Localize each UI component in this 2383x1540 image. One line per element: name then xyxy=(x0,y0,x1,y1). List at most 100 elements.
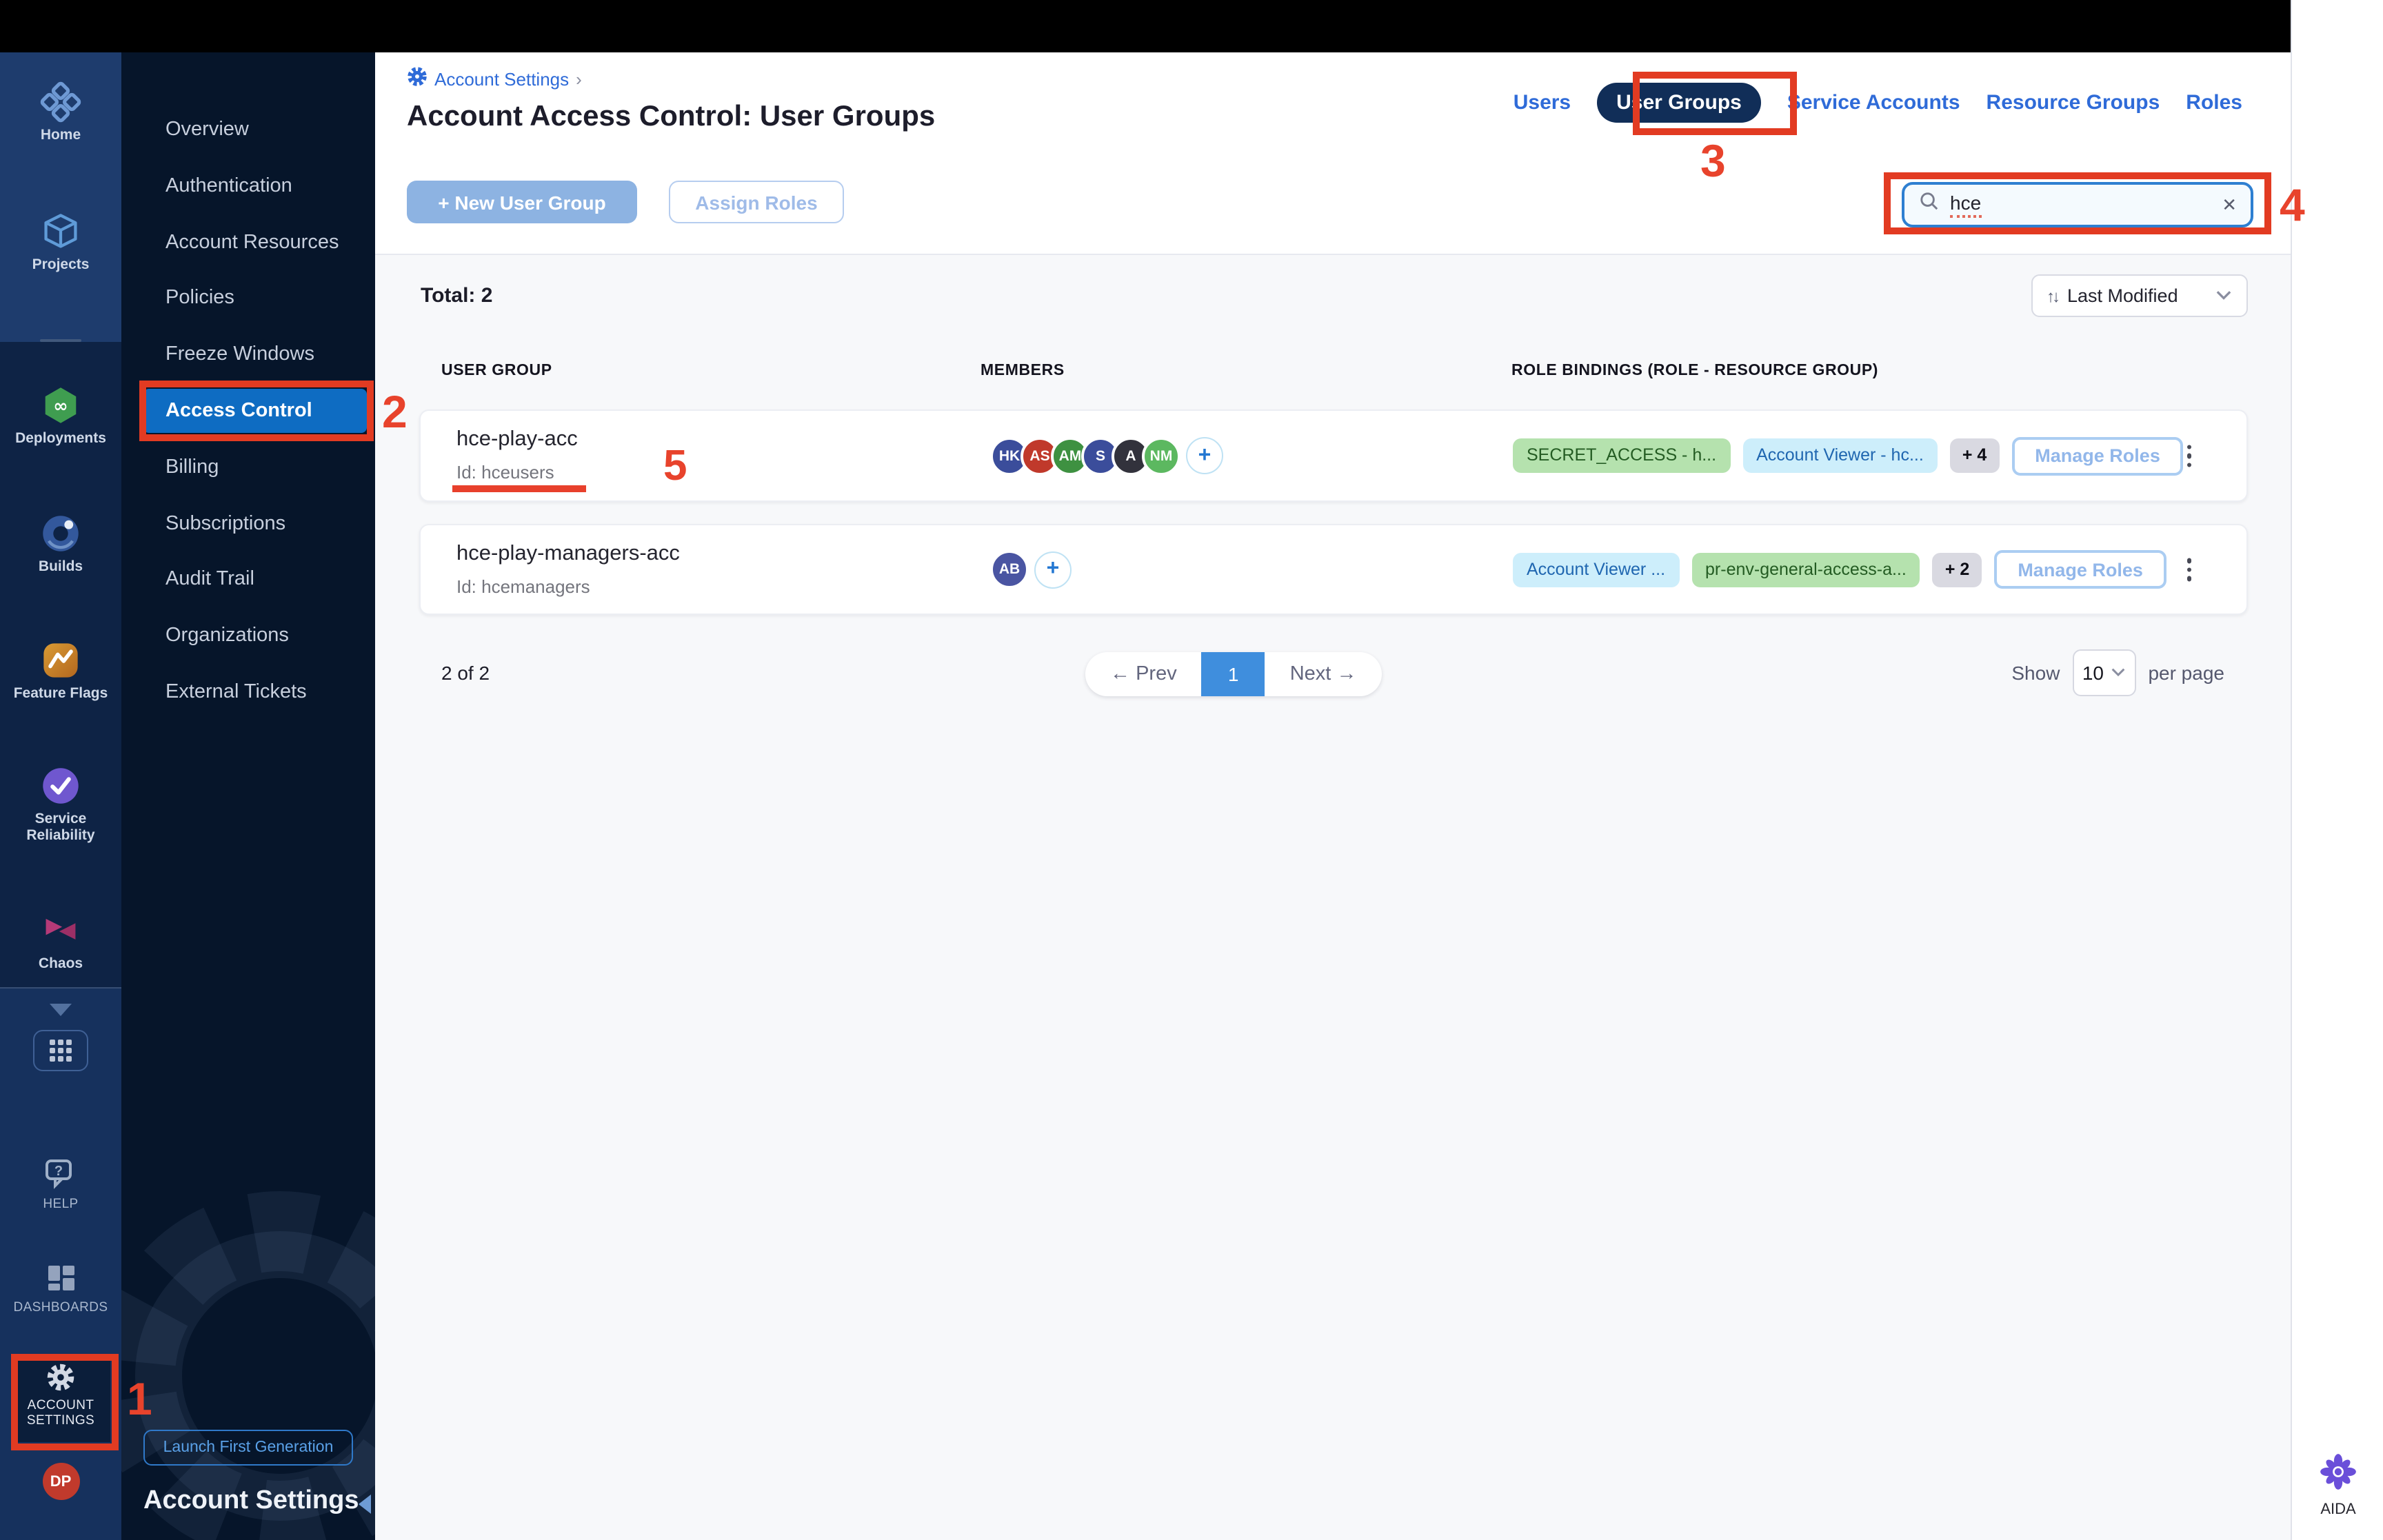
more-bindings-badge[interactable]: + 4 xyxy=(1949,438,2000,473)
projects-cube-icon xyxy=(0,211,121,252)
next-page-button[interactable]: Next → xyxy=(1265,663,1382,685)
breadcrumb-separator: › xyxy=(576,68,582,89)
show-label: Show xyxy=(2011,662,2060,684)
current-page-button[interactable]: 1 xyxy=(1201,652,1265,696)
gear-watermark-icon xyxy=(121,1155,375,1540)
sidebar-item-projects[interactable]: Projects xyxy=(0,211,121,273)
role-binding-pills: Account Viewer ... pr-env-general-access-… xyxy=(1513,552,1920,587)
page-title: Account Access Control: User Groups xyxy=(407,101,936,132)
sidebar-item-label: Feature Flags xyxy=(13,685,108,702)
tab-service-accounts[interactable]: Service Accounts xyxy=(1787,91,1960,114)
rail-divider-line xyxy=(0,987,121,989)
column-header-user-group: USER GROUP xyxy=(441,363,552,379)
member-avatar-stack: AB xyxy=(990,550,1029,589)
role-bindings-cell: SECRET_ACCESS - h... Account Viewer - hc.… xyxy=(1513,411,2184,500)
user-group-name: hce-play-acc xyxy=(456,427,578,451)
tab-roles[interactable]: Roles xyxy=(2186,91,2242,114)
role-binding-pill[interactable]: Account Viewer ... xyxy=(1513,552,1680,587)
search-input[interactable]: hce ✕ xyxy=(1902,182,2253,227)
sidebar-item-chaos[interactable]: Chaos xyxy=(0,910,121,972)
tab-user-groups[interactable]: User Groups xyxy=(1597,83,1761,123)
pagination-count: 2 of 2 xyxy=(441,662,490,684)
sidebar-item-label: DASHBOARDS xyxy=(13,1300,108,1315)
manage-roles-button[interactable]: Manage Roles xyxy=(1994,550,2166,589)
chevron-down-icon xyxy=(2215,283,2233,308)
settings-nav-item-freeze-windows[interactable]: Freeze Windows xyxy=(143,332,367,376)
user-avatar-button[interactable]: DP xyxy=(0,1463,121,1500)
members-cell: AB + xyxy=(990,525,1072,614)
settings-nav-item-external-tickets[interactable]: External Tickets xyxy=(143,670,367,714)
launch-first-generation-button[interactable]: Launch First Generation xyxy=(143,1430,353,1466)
user-group-id: Id: hceusers xyxy=(456,462,554,483)
settings-nav-item-billing[interactable]: Billing xyxy=(143,445,367,489)
screen: Home Projects ∞ Deployments Builds Featu… xyxy=(0,0,2383,1540)
settings-nav-item-audit-trail[interactable]: Audit Trail xyxy=(143,558,367,602)
sidebar-item-feature-flags[interactable]: Feature Flags xyxy=(0,640,121,702)
more-bindings-badge[interactable]: + 2 xyxy=(1932,552,1982,587)
sidebar-item-dashboards[interactable]: DASHBOARDS xyxy=(0,1262,121,1315)
manage-roles-button[interactable]: Manage Roles xyxy=(2011,436,2184,475)
aida-widget[interactable]: AIDA xyxy=(2292,1453,2383,1518)
chaos-icon xyxy=(0,910,121,951)
arrow-left-icon: ← xyxy=(1110,663,1130,685)
toolbar: + New User Group Assign Roles hce ✕ xyxy=(375,149,2291,255)
row-menu-icon[interactable] xyxy=(2181,439,2197,473)
pagination: ← Prev 1 Next → xyxy=(1085,652,1382,696)
add-member-button[interactable]: + xyxy=(1034,551,1072,588)
per-page-label: per page xyxy=(2148,662,2224,684)
aida-flower-icon xyxy=(2320,1454,2357,1496)
search-value: hce xyxy=(1950,192,1982,218)
main-content: Account Settings › Account Access Contro… xyxy=(375,52,2291,1540)
tab-bar: Users User Groups Service Accounts Resou… xyxy=(1514,83,2242,123)
search-icon xyxy=(1918,190,1940,219)
tab-users[interactable]: Users xyxy=(1514,91,1571,114)
rail-expand-toggle[interactable] xyxy=(0,1004,121,1016)
sidebar-item-label: ACCOUNT SETTINGS xyxy=(26,1398,95,1428)
sidebar-item-label: Builds xyxy=(38,558,83,575)
member-avatar[interactable]: NM xyxy=(1142,436,1180,475)
sort-dropdown[interactable]: ↑↓ Last Modified xyxy=(2031,274,2248,317)
role-binding-pill[interactable]: pr-env-general-access-a... xyxy=(1691,552,1920,587)
sidebar-item-service-reliability[interactable]: Service Reliability xyxy=(0,765,121,844)
module-picker-button[interactable] xyxy=(0,1030,121,1071)
breadcrumb-link[interactable]: Account Settings xyxy=(434,68,569,89)
sidebar-item-home[interactable]: Home xyxy=(0,81,121,143)
user-group-row[interactable]: hce-play-acc Id: hceusers 5 HK AS AM S A NM +… xyxy=(419,409,2248,502)
add-member-button[interactable]: + xyxy=(1186,437,1223,474)
subnav-title: Account Settings xyxy=(143,1486,359,1515)
settings-nav-item-account-resources[interactable]: Account Resources xyxy=(143,220,367,264)
sidebar-item-label: HELP xyxy=(43,1197,79,1212)
clear-search-icon[interactable]: ✕ xyxy=(2222,194,2237,216)
settings-nav-item-authentication[interactable]: Authentication xyxy=(143,164,367,208)
assign-roles-button[interactable]: Assign Roles xyxy=(669,181,844,223)
member-avatar[interactable]: AB xyxy=(990,550,1029,589)
sidebar-item-builds[interactable]: Builds xyxy=(0,513,121,575)
sidebar-item-label: Deployments xyxy=(15,430,106,447)
tab-resource-groups[interactable]: Resource Groups xyxy=(1987,91,2160,114)
new-user-group-button[interactable]: + New User Group xyxy=(407,181,637,223)
svg-text:?: ? xyxy=(54,1164,63,1179)
user-group-row[interactable]: hce-play-managers-acc Id: hcemanagers AB… xyxy=(419,524,2248,615)
prev-page-button[interactable]: ← Prev xyxy=(1085,663,1202,685)
annotation-underline-5 xyxy=(452,485,586,492)
breadcrumb: Account Settings › xyxy=(407,66,582,91)
page-size-select[interactable]: 10 xyxy=(2072,649,2136,696)
settings-nav-item-organizations[interactable]: Organizations xyxy=(143,614,367,658)
settings-nav-item-policies[interactable]: Policies xyxy=(143,276,367,321)
role-binding-pill[interactable]: Account Viewer - hc... xyxy=(1742,438,1938,473)
collapse-panel-icon[interactable] xyxy=(359,1495,371,1514)
settings-nav-item-subscriptions[interactable]: Subscriptions xyxy=(143,501,367,545)
settings-nav-item-access-control[interactable]: Access Control xyxy=(143,389,367,433)
role-binding-pills: SECRET_ACCESS - h... Account Viewer - hc.… xyxy=(1513,438,1938,473)
member-avatar-stack: HK AS AM S A NM xyxy=(990,436,1180,475)
top-black-bar xyxy=(0,0,2291,52)
sidebar-item-account-settings[interactable]: ACCOUNT SETTINGS xyxy=(0,1362,121,1428)
row-menu-icon[interactable] xyxy=(2181,553,2197,587)
role-binding-pill[interactable]: SECRET_ACCESS - h... xyxy=(1513,438,1731,473)
sidebar-item-deployments[interactable]: ∞ Deployments xyxy=(0,385,121,447)
total-count: Total: 2 xyxy=(421,284,493,307)
sidebar-item-help[interactable]: ? HELP xyxy=(0,1155,121,1212)
settings-nav-item-overview[interactable]: Overview xyxy=(143,108,367,152)
arrow-right-icon: → xyxy=(1336,663,1357,685)
column-header-members: MEMBERS xyxy=(981,363,1065,379)
